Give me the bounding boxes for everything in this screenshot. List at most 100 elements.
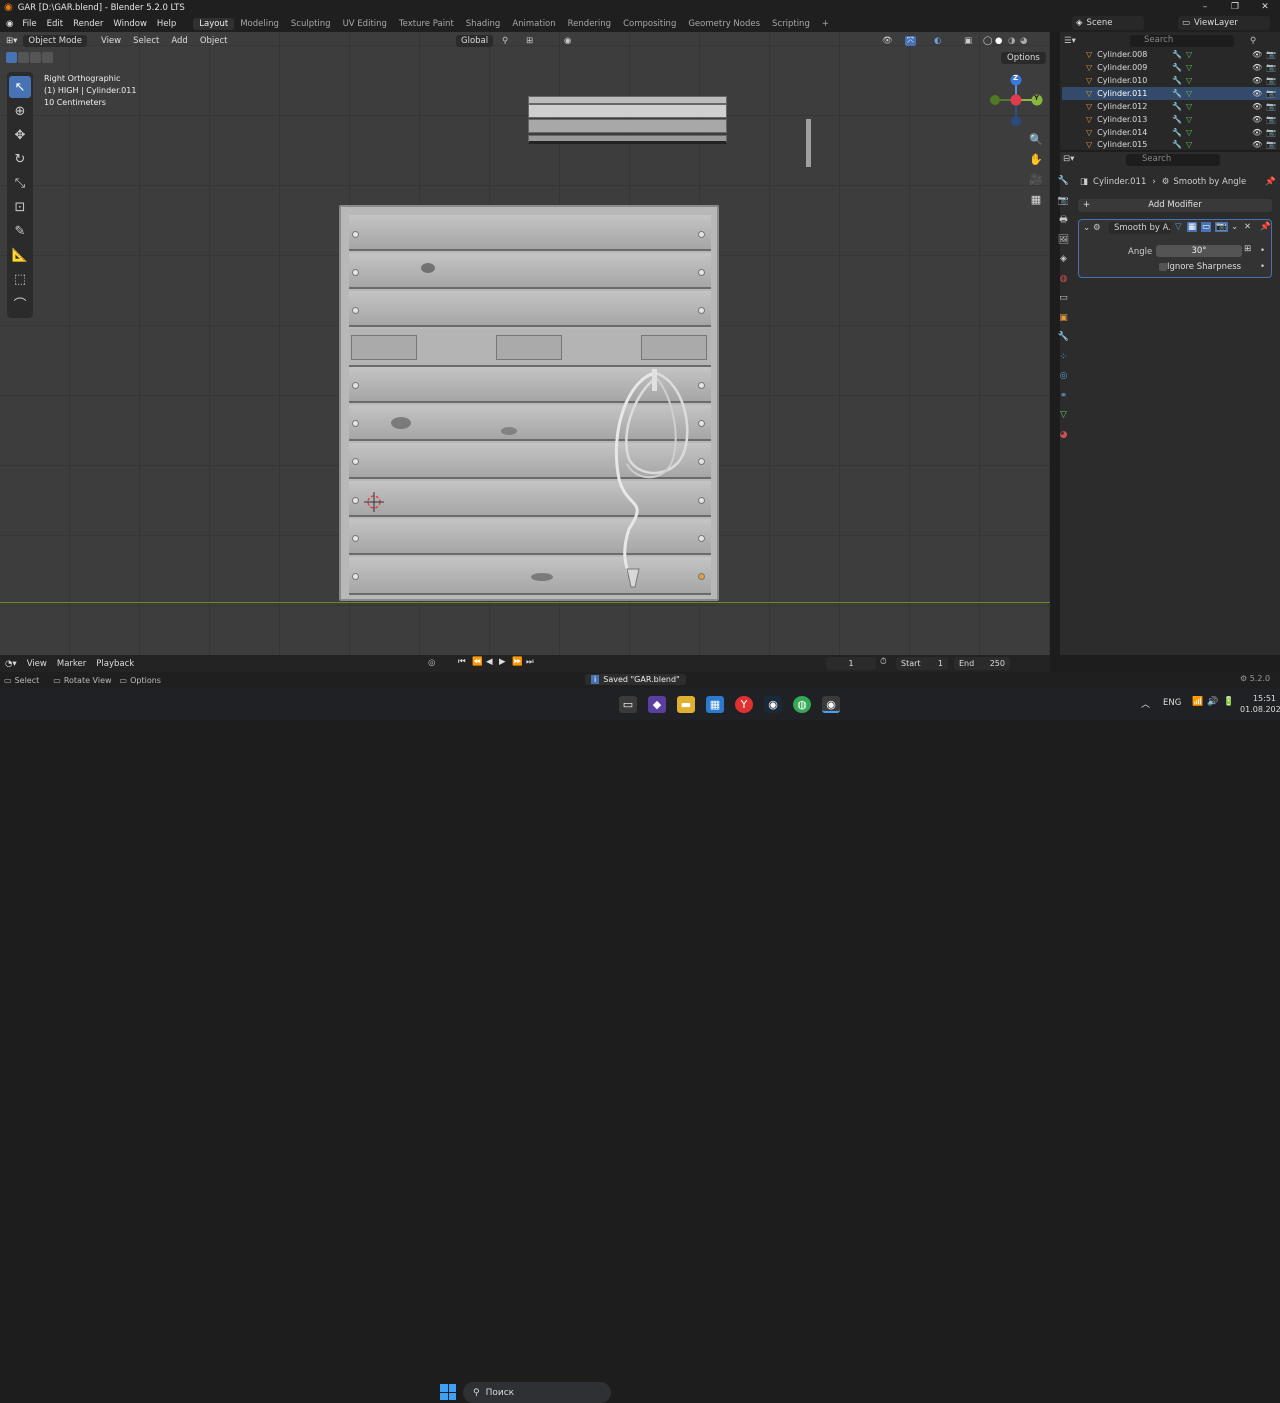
options-button[interactable]: Options <box>1001 52 1046 64</box>
battery-icon[interactable]: 🔋 <box>1223 697 1234 707</box>
render-toggle-icon[interactable]: 📷 <box>1215 222 1228 232</box>
tool-tab-icon[interactable]: 🔧 <box>1058 172 1069 192</box>
eye-icon[interactable]: 👁 <box>1252 140 1262 149</box>
task-view-icon[interactable]: ▭ <box>619 696 637 713</box>
minimize-button[interactable]: – <box>1190 0 1220 15</box>
transform-orientation[interactable]: Global <box>456 34 494 47</box>
eye-icon[interactable]: 👁 <box>1252 63 1262 72</box>
tab-geometry-nodes[interactable]: Geometry Nodes <box>682 18 766 30</box>
view-layer-tab-icon[interactable]: 🖼 <box>1058 231 1069 251</box>
eye-icon[interactable]: 👁 <box>1252 102 1262 111</box>
camera-icon[interactable]: 📷 <box>1266 115 1276 124</box>
shading-material-icon[interactable]: ◑ <box>1008 36 1015 46</box>
constraints-tab-icon[interactable]: ⚭ <box>1060 387 1068 407</box>
tab-rendering[interactable]: Rendering <box>562 18 617 30</box>
eye-icon[interactable]: 👁 <box>1252 89 1262 98</box>
tab-compositing[interactable]: Compositing <box>617 18 682 30</box>
wifi-icon[interactable]: 📶 <box>1192 697 1203 707</box>
collapse-chevron-icon[interactable]: ⌄ <box>1083 223 1090 233</box>
tab-texture-paint[interactable]: Texture Paint <box>393 18 460 30</box>
timeline-menu-view[interactable]: View <box>22 659 52 669</box>
measure-tool-icon[interactable]: 📐 <box>9 244 31 266</box>
steam-icon[interactable]: ◉ <box>764 696 782 713</box>
outliner-editor-icon[interactable]: ☰▾ <box>1064 36 1076 46</box>
prev-keyframe-icon[interactable]: ⏪ <box>472 657 483 667</box>
windows-start-icon[interactable] <box>440 1384 456 1400</box>
material-tab-icon[interactable]: ◕ <box>1060 426 1068 446</box>
store-icon[interactable]: ▦ <box>706 696 724 713</box>
annotate-tool-icon[interactable]: ✎ <box>9 220 31 242</box>
menu-edit[interactable]: Edit <box>42 19 68 29</box>
select-invert-icon[interactable] <box>42 52 53 63</box>
camera-icon[interactable]: 📷 <box>1266 140 1276 149</box>
clock[interactable]: 15:51 01.08.2026 <box>1240 693 1280 715</box>
eye-icon[interactable]: 👁 <box>1252 50 1262 59</box>
shading-wireframe-icon[interactable]: ◯ <box>983 36 993 46</box>
camera-icon[interactable]: 📷 <box>1266 63 1276 72</box>
collection-tab-icon[interactable]: ▭ <box>1059 289 1068 309</box>
properties-editor-icon[interactable]: ⊟▾ <box>1063 154 1074 164</box>
outliner-row[interactable]: ▽ Cylinder.008 🔧 ▽ 👁 📷 <box>1062 48 1280 61</box>
end-frame-field[interactable]: End 250 <box>954 657 1010 670</box>
drag-handle-icon[interactable]: 📌 <box>1260 222 1271 232</box>
camera-icon[interactable]: 📷 <box>1266 76 1276 85</box>
xray-toggle-icon[interactable]: ▣ <box>964 36 972 46</box>
mode-selector[interactable]: Object Mode <box>23 34 87 47</box>
viewport-menu-select[interactable]: Select <box>127 36 165 46</box>
stopwatch-icon[interactable]: ⏱ <box>880 657 887 667</box>
rotate-tool-icon[interactable]: ↻ <box>9 148 31 170</box>
scene-selector[interactable]: ◈ Scene <box>1072 16 1144 30</box>
move-tool-icon[interactable]: ✥ <box>9 124 31 146</box>
camera-icon[interactable]: 📷 <box>1266 89 1276 98</box>
tab-scripting[interactable]: Scripting <box>766 18 816 30</box>
camera-icon[interactable]: 📷 <box>1266 128 1276 137</box>
tray-chevron-icon[interactable]: ︿ <box>1141 697 1150 710</box>
pivot-icon[interactable]: ⚲ <box>502 36 508 46</box>
close-window-button[interactable]: ✕ <box>1250 0 1280 15</box>
filter-icon[interactable]: ⚲ <box>1250 36 1256 46</box>
start-frame-field[interactable]: Start 1 <box>896 657 948 670</box>
proportional-edit-icon[interactable]: ◉ <box>564 36 571 46</box>
language-indicator[interactable]: ENG <box>1163 698 1181 708</box>
tab-layout[interactable]: Layout <box>193 17 235 30</box>
pin-icon[interactable]: 📌 <box>1265 177 1276 187</box>
view-layer-selector[interactable]: ▭ ViewLayer <box>1178 16 1270 30</box>
snap-icon[interactable]: ⊞ <box>526 36 533 46</box>
outliner-row[interactable]: ▽ Cylinder.015 🔧 ▽ 👁 📷 <box>1062 139 1280 150</box>
dropdown-chevron-icon[interactable]: ⌄ <box>1231 222 1238 232</box>
record-icon[interactable]: ◎ <box>428 658 435 668</box>
ortho-grid-icon[interactable]: ▦ <box>1028 193 1044 209</box>
outliner-search-input[interactable]: Search <box>1130 34 1234 47</box>
cage-toggle-icon[interactable]: ▦ <box>1187 222 1198 232</box>
add-cube-tool-icon[interactable]: ⬚ <box>9 268 31 290</box>
angle-field[interactable]: 30° <box>1156 245 1242 257</box>
transform-tool-icon[interactable]: ⊡ <box>9 196 31 218</box>
shading-rendered-icon[interactable]: ◕ <box>1020 36 1027 46</box>
world-tab-icon[interactable]: ◍ <box>1060 270 1068 290</box>
pan-hand-icon[interactable]: ✋ <box>1028 153 1044 169</box>
ignore-sharpness-checkbox[interactable] <box>1159 263 1167 271</box>
tab-shading[interactable]: Shading <box>460 18 507 30</box>
eye-icon[interactable]: 👁 <box>1252 128 1262 137</box>
camera-icon[interactable]: 📷 <box>1266 102 1276 111</box>
tab-uv-editing[interactable]: UV Editing <box>337 18 393 30</box>
scene-tab-icon[interactable]: ◈ <box>1060 250 1067 270</box>
tab-modeling[interactable]: Modeling <box>234 18 285 30</box>
keyframe-dot-icon[interactable]: • <box>1260 262 1265 272</box>
current-frame-field[interactable]: 1 <box>826 657 876 670</box>
properties-search-input[interactable]: Search <box>1126 154 1220 166</box>
blender-taskbar-icon[interactable]: ◉ <box>822 696 840 713</box>
viewport-menu-object[interactable]: Object <box>194 36 234 46</box>
render-tab-icon[interactable]: 📷 <box>1058 192 1069 212</box>
timeline-menu-marker[interactable]: Marker <box>52 659 91 669</box>
menu-help[interactable]: Help <box>152 19 181 29</box>
timeline-menu-playback[interactable]: Playback <box>91 659 139 669</box>
blender-menu-icon[interactable]: ◉ <box>6 19 13 29</box>
menu-window[interactable]: Window <box>108 19 152 29</box>
visibility-icon[interactable]: 👁 <box>882 36 893 46</box>
gizmo-toggle-icon[interactable]: ⤧ <box>905 35 916 46</box>
select-new-icon[interactable] <box>6 52 17 63</box>
select-box-tool-icon[interactable]: ↖ <box>9 76 31 98</box>
viewport-menu-add[interactable]: Add <box>165 36 193 46</box>
particles-tab-icon[interactable]: ⁘ <box>1060 348 1068 368</box>
